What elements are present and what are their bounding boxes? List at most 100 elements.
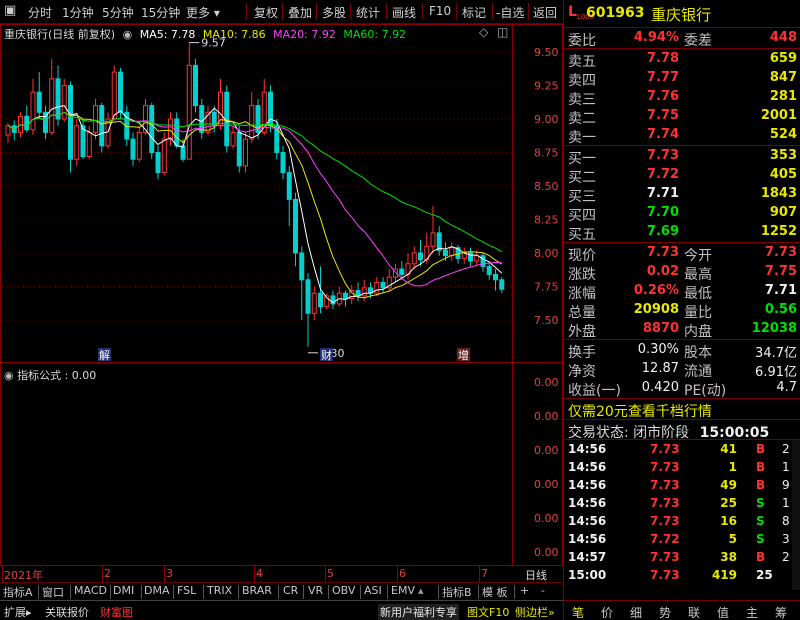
sell-row[interactable]: 卖五 7.78 659 <box>564 50 800 70</box>
toolbar-divider <box>246 3 247 20</box>
toolbar-divider <box>422 3 423 20</box>
tab-indicator-b[interactable]: 指标B <box>442 584 472 600</box>
right-tab-7[interactable]: 筹 <box>775 604 787 620</box>
quote-label-right: 最高 <box>684 267 712 283</box>
toolbar-15min[interactable]: 15分钟 <box>141 4 180 21</box>
toolbar-1min[interactable]: 1分钟 <box>62 4 94 21</box>
tab-related-quotes[interactable]: 关联报价 <box>45 604 89 620</box>
tab-divider <box>438 585 439 599</box>
tick-price: 7.73 <box>650 460 680 474</box>
tab-divider <box>203 585 204 599</box>
x-tick-label: 7 <box>481 567 488 580</box>
tab-fsl[interactable]: FSL <box>177 584 196 597</box>
right-tab-4[interactable]: 联 <box>688 604 700 620</box>
bottom-tabs: 扩展▸ 关联报价 财富图 新用户福利专享 图文F10 侧边栏» <box>0 600 563 620</box>
toolbar-statistics[interactable]: 统计 <box>356 4 380 21</box>
tick-scrollbar[interactable] <box>792 440 800 590</box>
buy-row[interactable]: 买四 7.70 907 <box>564 204 800 224</box>
buy-level-label: 买一 <box>568 151 596 167</box>
sell-row[interactable]: 卖三 7.76 281 <box>564 88 800 108</box>
toolbar-more[interactable]: 更多 ▾ <box>186 4 220 21</box>
sell-price: 7.76 <box>646 89 679 104</box>
tab-minus[interactable]: - <box>541 584 545 597</box>
tab-macd[interactable]: MACD <box>74 584 107 597</box>
sell-row[interactable]: 卖二 7.75 2001 <box>564 107 800 127</box>
tab-window[interactable]: 窗口 <box>42 584 64 600</box>
right-tab-1[interactable]: 价 <box>601 604 613 620</box>
toolbar-restore-rights[interactable]: 复权 <box>254 4 278 21</box>
candle-body <box>236 131 242 167</box>
tick-volume: 16 <box>720 514 737 528</box>
marker-zeng: 增 <box>458 348 469 362</box>
toolbar-back[interactable]: 返回 <box>533 4 557 21</box>
tab-indicator-a[interactable]: 指标A <box>3 584 33 600</box>
quote-row: 涨跌 0.02 最高 7.75 <box>564 263 800 283</box>
y-tick-label: 8.00 <box>534 247 559 260</box>
candle-body <box>318 292 323 308</box>
kline-chart-svg[interactable]: 7.507.758.008.258.508.759.009.259.509.57… <box>0 24 563 566</box>
buy-row[interactable]: 买三 7.71 1843 <box>564 185 800 205</box>
chart-restore-icon[interactable]: ◫ <box>497 25 508 39</box>
sell-volume: 524 <box>769 127 797 142</box>
buy-row[interactable]: 买五 7.69 1252 <box>564 223 800 243</box>
toolbar-5min[interactable]: 5分钟 <box>102 4 134 21</box>
sell-row[interactable]: 卖一 7.74 524 <box>564 126 800 146</box>
right-tab-3[interactable]: 势 <box>659 604 671 620</box>
indicator-settings-icon[interactable]: ◉ <box>4 369 17 382</box>
x-tick-label: 3 <box>166 567 173 580</box>
window-menu-icon[interactable]: ▣ <box>4 3 16 18</box>
weibi-row: 委比 4.94% 委差 448 <box>564 29 800 49</box>
tab-template[interactable]: 模 板 <box>482 584 508 600</box>
candle-body <box>499 279 505 290</box>
tab-cr[interactable]: CR <box>283 584 298 597</box>
right-tab-5[interactable]: 值 <box>717 604 729 620</box>
tab-extend[interactable]: 扩展▸ <box>4 604 32 620</box>
buy-price: 7.73 <box>646 148 679 163</box>
toolbar-multi-stock[interactable]: 多股 <box>322 4 346 21</box>
toolbar-intraday[interactable]: 分时 <box>28 4 52 21</box>
toolbar-f10[interactable]: F10 <box>429 4 451 18</box>
tab-brar[interactable]: BRAR <box>242 584 272 597</box>
divider <box>564 145 800 146</box>
period-daily[interactable]: 日线 <box>525 567 547 583</box>
tab-sidebar[interactable]: 侧边栏» <box>515 604 555 620</box>
tab-dma[interactable]: DMA <box>144 584 170 597</box>
toolbar-remove-favorite[interactable]: -自选 <box>496 4 524 21</box>
stats-value-left: 0.420 <box>641 380 679 395</box>
tab-wealth-chart[interactable]: 财富图 <box>100 604 133 620</box>
tab-plus[interactable]: + <box>520 584 529 597</box>
tab-obv[interactable]: OBV <box>332 584 355 597</box>
right-tab-2[interactable]: 细 <box>630 604 642 620</box>
toolbar-mark[interactable]: 标记 <box>462 4 486 21</box>
chart-diamond-icon[interactable]: ◇ <box>479 25 488 39</box>
tab-emv[interactable]: EMV <box>391 584 415 597</box>
tab-asi[interactable]: ASI <box>364 584 382 597</box>
chart-area[interactable]: 7.50 7.75 8.00 8.25 8.50 8.75 9.00 9.25 9.50 9.57… <box>0 24 563 566</box>
indicator-title[interactable]: ◉ 指标公式 : 0.00 <box>4 367 96 383</box>
buy-row[interactable]: 买一 7.73 353 <box>564 147 800 167</box>
sell-row[interactable]: 卖四 7.77 847 <box>564 69 800 89</box>
legend-settings-icon[interactable]: ◉ <box>123 28 133 41</box>
tab-divider <box>110 585 111 599</box>
toolbar-draw-line[interactable]: 画线 <box>392 4 416 21</box>
x-axis: 2021年 2 3 4 5 6 7 <box>0 566 563 582</box>
quote-label-left: 涨跌 <box>568 267 596 283</box>
tab-trix[interactable]: TRIX <box>207 584 232 597</box>
tab-dmi[interactable]: DMI <box>113 584 134 597</box>
tick-price: 7.73 <box>650 442 680 456</box>
tab-divider <box>303 585 304 599</box>
x-tick-mark <box>479 566 480 582</box>
quote-row: 外盘 8870 内盘 12038 <box>564 320 800 340</box>
tab-new-user-benefit[interactable]: 新用户福利专享 <box>378 604 459 620</box>
tab-vr[interactable]: VR <box>308 584 323 597</box>
candle-body <box>99 105 105 147</box>
tab-graphic-f10[interactable]: 图文F10 <box>467 604 509 620</box>
toolbar-overlay[interactable]: 叠加 <box>288 4 312 21</box>
buy-row[interactable]: 买二 7.72 405 <box>564 166 800 186</box>
candle-body <box>61 85 67 120</box>
right-tab-0[interactable]: 笔 <box>572 604 584 620</box>
tab-emv-dropdown-icon[interactable]: ▴ <box>418 584 424 597</box>
right-tab-6[interactable]: 主 <box>746 604 758 620</box>
candle-body <box>218 91 223 127</box>
promo-banner[interactable]: 仅需20元查看千档行情 <box>568 401 712 421</box>
